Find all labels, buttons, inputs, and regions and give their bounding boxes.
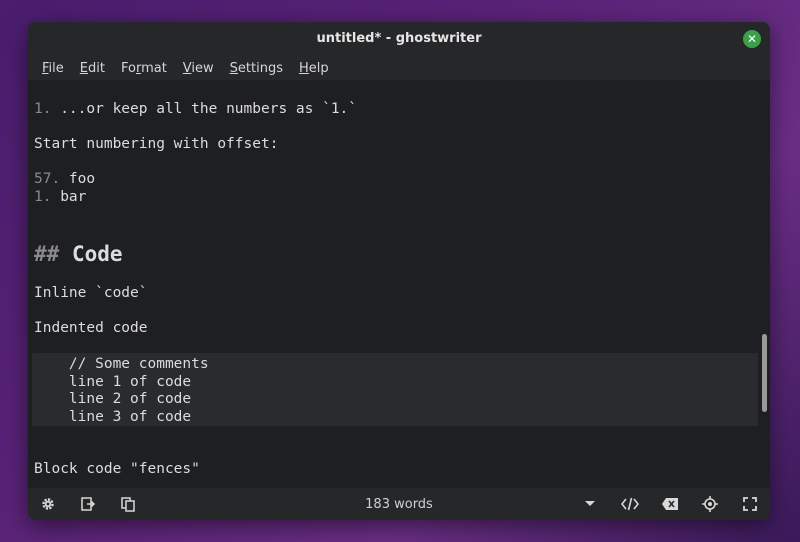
menu-format[interactable]: Format [117,59,171,78]
menu-bar: File Edit Format View Settings Help [28,56,770,80]
close-icon: ✕ [746,32,758,46]
backspace-icon [662,498,678,510]
menu-settings[interactable]: Settings [226,59,287,78]
preview-toggle-button[interactable] [619,493,641,515]
paragraph-offset: Start numbering with offset: [34,136,279,152]
export-button[interactable] [77,493,99,515]
title-bar: untitled* - ghostwriter ✕ [28,22,770,56]
app-window: untitled* - ghostwriter ✕ File Edit Form… [28,22,770,520]
markdown-editor[interactable]: 1. ...or keep all the numbers as `1.` St… [28,80,770,488]
menu-edit[interactable]: Edit [76,59,109,78]
code-line: line 1 of code [34,374,192,390]
list-line-bar: 1. bar [34,189,87,205]
paragraph-fences: Block code "fences" [34,461,200,477]
list-line-57: 57. foo [34,171,96,187]
menu-help[interactable]: Help [295,59,333,78]
settings-button[interactable] [37,493,59,515]
hemingway-mode-button[interactable] [659,493,681,515]
copy-html-button[interactable] [117,493,139,515]
caret-down-icon [585,501,595,506]
menu-file[interactable]: File [38,59,68,78]
style-dropdown-button[interactable] [579,493,601,515]
export-icon [81,497,96,511]
fullscreen-button[interactable] [739,493,761,515]
window-title: untitled* - ghostwriter [316,31,482,46]
menu-view[interactable]: View [179,59,218,78]
list-line-1: 1. ...or keep all the numbers as `1.` [34,101,358,117]
vertical-scrollbar[interactable] [762,334,767,412]
close-button[interactable]: ✕ [743,30,761,48]
code-icon [621,497,639,511]
focus-mode-button[interactable] [699,493,721,515]
code-line: line 2 of code [34,391,192,407]
heading-code: ## Code [34,242,123,266]
copy-icon [121,497,135,512]
code-line: line 3 of code [34,409,192,425]
paragraph-indented: Indented code [34,320,148,336]
crosshair-icon [702,496,718,512]
code-line: // Some comments [34,356,209,372]
fullscreen-icon [743,497,757,511]
paragraph-inline: Inline `code` [34,285,148,301]
gear-icon [42,498,54,510]
status-bar: 183 words [28,488,770,520]
